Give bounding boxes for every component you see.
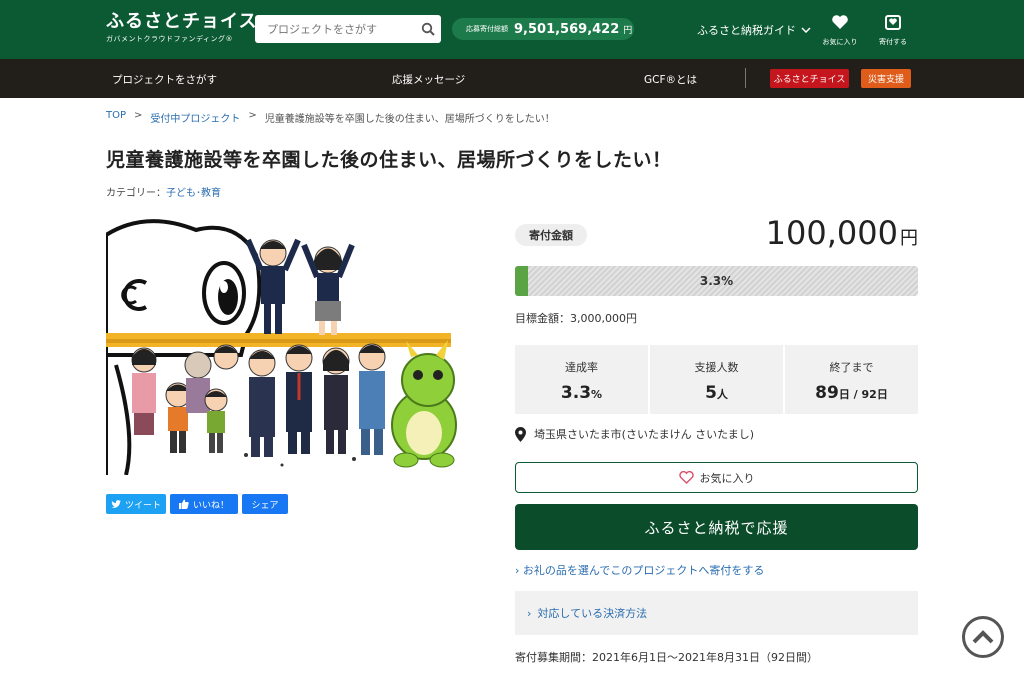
breadcrumb: TOP > 受付中プロジェクト > 児童養護施設等を卒園した後の住まい、居場所づ…	[106, 110, 555, 125]
furusato-choice-button[interactable]: ふるさとチョイス	[770, 69, 849, 88]
chevron-down-icon	[801, 27, 811, 33]
stat-rate-number: 3.3	[560, 383, 592, 403]
stat-supporters-value: 5人	[650, 383, 783, 403]
breadcrumb-accepting[interactable]: 受付中プロジェクト	[150, 110, 240, 125]
stat-rate-unit: %	[591, 388, 603, 401]
logo-sub-text: ガバメントクラウドファンディング®	[106, 35, 234, 43]
nav-about-gcf[interactable]: GCF®とは	[644, 72, 697, 87]
nav-divider	[745, 68, 746, 88]
donation-amount-unit: 円	[900, 228, 918, 249]
payment-methods-toggle[interactable]: › 対応している決済方法	[515, 591, 918, 635]
breadcrumb-current: 児童養護施設等を卒園した後の住まい、居場所づくりをしたい！	[264, 114, 555, 125]
guide-label: ふるさと納税ガイド	[697, 24, 796, 37]
gift-donate-link[interactable]: › お礼の品を選んでこのプロジェクトへ寄付をする	[515, 562, 764, 578]
donation-amount-value: 100,000	[765, 214, 898, 252]
chevron-up-icon	[972, 630, 994, 644]
furusato-guide-menu[interactable]: ふるさと納税ガイド	[697, 22, 811, 38]
donate-box-icon	[885, 15, 901, 30]
map-pin-icon	[515, 426, 526, 442]
total-donations-badge: 応募寄付総額 9,501,569,422 円	[452, 18, 634, 40]
breadcrumb-separator: >	[248, 110, 257, 121]
breadcrumb-top[interactable]: TOP	[106, 110, 126, 125]
stat-rate-label: 達成率	[565, 361, 598, 374]
thumbs-up-icon	[178, 499, 189, 509]
donation-amount: 100,000 円	[766, 214, 918, 252]
hero-illustration	[106, 215, 486, 475]
site-logo[interactable]: ふるさとチョイス ガバメントクラウドファンディング®	[106, 12, 257, 44]
search-button[interactable]	[415, 15, 441, 43]
stat-supporters-number: 5	[705, 383, 717, 403]
main-nav: プロジェクトをさがす 応援メッセージ GCF®とは ふるさとチョイス 災害支援	[0, 59, 1024, 98]
heart-icon	[832, 15, 848, 29]
heart-outline-icon	[678, 471, 694, 484]
add-favorite-button[interactable]: お気に入り	[515, 462, 918, 493]
header-donate-button[interactable]: 寄付する	[871, 14, 915, 47]
nav-messages[interactable]: 応援メッセージ	[392, 72, 465, 87]
header-favorites-label: お気に入り	[822, 38, 858, 46]
stat-remaining-value: 89日 / 92日	[785, 383, 918, 403]
like-button[interactable]: いいね！	[170, 494, 238, 514]
donate-furusato-button[interactable]: ふるさと納税で応援	[515, 504, 918, 550]
location-text: 埼玉県さいたま市(さいたまけん さいたまし)	[534, 428, 755, 441]
goal-amount: 目標金額：3,000,000円	[515, 312, 637, 325]
tweet-button[interactable]: ツイート	[106, 494, 166, 514]
nav-find-projects[interactable]: プロジェクトをさがす	[112, 72, 217, 87]
payment-methods-label: 対応している決済方法	[537, 607, 648, 620]
disaster-support-button[interactable]: 災害支援	[861, 69, 911, 88]
tweet-label: ツイート	[124, 500, 161, 511]
share-button[interactable]: シェア	[242, 494, 288, 514]
amount-label-badge: 寄付金額	[515, 224, 587, 246]
gift-donate-label: お礼の品を選んでこのプロジェクトへ寄付をする	[522, 564, 765, 577]
header-donate-label: 寄付する	[879, 38, 907, 46]
top-header: ふるさとチョイス ガバメントクラウドファンディング® 応募寄付総額 9,501,…	[0, 0, 1024, 59]
category-link[interactable]: 子ども･教育	[166, 188, 221, 199]
donation-period: 寄付募集期間：2021年6月1日〜2021年8月31日（92日間）	[515, 651, 818, 664]
stat-achievement-rate: 達成率 3.3%	[515, 345, 648, 414]
location: 埼玉県さいたま市(さいたまけん さいたまし)	[515, 426, 754, 442]
stat-supporters-unit: 人	[716, 388, 728, 401]
chevron-right-icon: ›	[515, 564, 520, 577]
page-title: 児童養護施設等を卒園した後の住まい、居場所づくりをしたい！	[106, 149, 672, 171]
stat-remaining-label: 終了まで	[829, 361, 874, 374]
total-donations-value: 9,501,569,422	[514, 21, 620, 37]
stat-remaining-number: 89	[815, 383, 839, 403]
stat-remaining-days: 終了まで 89日 / 92日	[785, 345, 918, 414]
stat-rate-value: 3.3%	[515, 383, 648, 403]
add-favorite-label: お気に入り	[699, 471, 755, 485]
stats-panel: 達成率 3.3% 支援人数 5人 終了まで 89日 / 92日	[515, 345, 918, 414]
like-label: いいね！	[192, 500, 229, 511]
stat-remaining-unit: 日 / 92日	[838, 388, 888, 401]
category-line: カテゴリー：子ども･教育	[106, 184, 221, 199]
header-favorites-button[interactable]: お気に入り	[818, 14, 862, 47]
search-box	[255, 15, 441, 43]
progress-bar: 3.3%	[515, 266, 918, 296]
stat-supporters-label: 支援人数	[694, 361, 739, 374]
stat-supporters: 支援人数 5人	[650, 345, 783, 414]
progress-percent-text: 3.3%	[699, 274, 734, 288]
breadcrumb-separator: >	[134, 110, 143, 121]
twitter-bird-icon	[110, 499, 121, 508]
category-label: カテゴリー：	[106, 188, 166, 199]
search-input[interactable]	[255, 15, 415, 43]
logo-main-text: ふるさとチョイス	[106, 11, 258, 32]
project-hero-image	[106, 215, 486, 475]
chevron-right-icon: ›	[527, 606, 532, 620]
search-icon	[421, 22, 435, 36]
scroll-to-top-button[interactable]	[962, 616, 1004, 658]
total-donations-label: 応募寄付総額	[466, 25, 508, 33]
total-donations-unit: 円	[623, 25, 633, 36]
